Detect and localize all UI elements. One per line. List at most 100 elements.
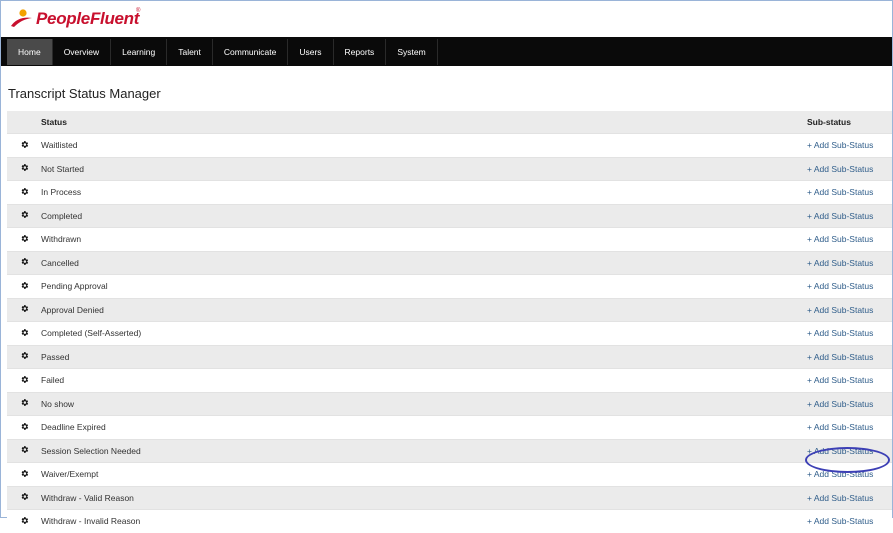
row-settings-cell [7, 369, 41, 393]
nav-items: Home Overview Learning Talent Communicate Use… [7, 39, 438, 65]
row-settings-cell [7, 345, 41, 369]
person-swoosh-icon [11, 9, 32, 27]
status-name: In Process [41, 187, 82, 198]
row-settings-cell [7, 510, 41, 533]
icon-column-header [7, 111, 41, 134]
row-settings-cell [7, 251, 41, 275]
nav-item-users[interactable]: Users [288, 39, 334, 65]
substatus-cell: + Add Sub-Status [807, 322, 892, 346]
nav-item-communicate[interactable]: Communicate [213, 39, 289, 65]
substatus-cell: + Add Sub-Status [807, 416, 892, 440]
gear-icon[interactable] [20, 210, 29, 221]
status-name: No show [41, 398, 75, 409]
table-row: Completed + Add Sub-Status [7, 204, 892, 228]
gear-icon[interactable] [20, 375, 29, 386]
add-substatus-link[interactable]: + Add Sub-Status [807, 422, 873, 432]
status-name: Cancelled [41, 257, 79, 268]
nav-item-reports[interactable]: Reports [334, 39, 387, 65]
status-name: Pending Approval [41, 281, 108, 292]
table-row: Passed + Add Sub-Status [7, 345, 892, 369]
add-substatus-link[interactable]: + Add Sub-Status [807, 258, 873, 268]
app-header: PeopleFluent ® [1, 1, 892, 37]
brand-trademark: ® [136, 8, 141, 14]
table-row: Waiver/Exempt + Add Sub-Status [7, 462, 892, 487]
table-row: Withdraw - Invalid Reason + Add Sub-Statu… [7, 509, 892, 533]
substatus-cell: + Add Sub-Status [807, 463, 892, 487]
add-substatus-link[interactable]: + Add Sub-Status [807, 281, 873, 291]
table-row: Pending Approval + Add Sub-Status [7, 274, 892, 299]
row-settings-cell [7, 157, 41, 181]
status-name: Completed [41, 210, 83, 221]
gear-icon[interactable] [20, 140, 29, 151]
add-substatus-link[interactable]: + Add Sub-Status [807, 352, 873, 362]
table-row: Deadline Expired + Add Sub-Status [7, 415, 892, 440]
substatus-cell: + Add Sub-Status [807, 298, 892, 322]
status-name: Waiver/Exempt [41, 469, 99, 480]
substatus-cell: + Add Sub-Status [807, 275, 892, 299]
gear-icon[interactable] [20, 492, 29, 503]
gear-icon[interactable] [20, 187, 29, 198]
add-substatus-link[interactable]: + Add Sub-Status [807, 399, 873, 409]
add-substatus-link[interactable]: + Add Sub-Status [807, 469, 873, 479]
gear-icon[interactable] [20, 328, 29, 339]
table-row: Approval Denied + Add Sub-Status [7, 298, 892, 322]
row-settings-cell [7, 181, 41, 205]
status-table: Status Sub-status Waitlisted + Add Sub-St… [7, 111, 892, 533]
table-row: No show + Add Sub-Status [7, 392, 892, 416]
add-substatus-link[interactable]: + Add Sub-Status [807, 305, 873, 315]
substatus-cell: + Add Sub-Status [807, 510, 892, 533]
gear-icon[interactable] [20, 445, 29, 456]
row-settings-cell [7, 463, 41, 487]
add-substatus-link[interactable]: + Add Sub-Status [807, 140, 873, 150]
add-substatus-link[interactable]: + Add Sub-Status [807, 187, 873, 197]
table-header-row: Status Sub-status [7, 111, 892, 134]
status-name: Not Started [41, 163, 84, 174]
row-settings-cell [7, 322, 41, 346]
substatus-cell: + Add Sub-Status [807, 345, 892, 369]
status-column-header: Status [41, 111, 807, 134]
nav-item-system[interactable]: System [386, 39, 438, 65]
row-settings-cell [7, 228, 41, 252]
gear-icon[interactable] [20, 234, 29, 245]
substatus-cell: + Add Sub-Status [807, 204, 892, 228]
row-settings-cell [7, 204, 41, 228]
gear-icon[interactable] [20, 422, 29, 433]
gear-icon[interactable] [20, 304, 29, 315]
nav-item-home[interactable]: Home [7, 39, 53, 65]
gear-icon[interactable] [20, 257, 29, 268]
table-row: Completed (Self-Asserted) + Add Sub-Statu… [7, 321, 892, 346]
status-name: Deadline Expired [41, 422, 106, 433]
gear-icon[interactable] [20, 351, 29, 362]
nav-item-overview[interactable]: Overview [53, 39, 112, 65]
main-nav: Home Overview Learning Talent Communicate Use… [1, 37, 892, 66]
row-settings-cell [7, 392, 41, 416]
table-row: Waitlisted + Add Sub-Status [7, 133, 892, 158]
table-row: Session Selection Needed + Add Sub-Status [7, 439, 892, 463]
gear-icon[interactable] [20, 281, 29, 292]
add-substatus-link[interactable]: + Add Sub-Status [807, 164, 873, 174]
add-substatus-link[interactable]: + Add Sub-Status [807, 234, 873, 244]
nav-item-talent[interactable]: Talent [167, 39, 213, 65]
add-substatus-link[interactable]: + Add Sub-Status [807, 211, 873, 221]
gear-icon[interactable] [20, 398, 29, 409]
substatus-column-header: Sub-status [807, 111, 892, 134]
substatus-cell: + Add Sub-Status [807, 228, 892, 252]
row-settings-cell [7, 416, 41, 440]
row-settings-cell [7, 298, 41, 322]
add-substatus-link[interactable]: + Add Sub-Status [807, 446, 873, 456]
substatus-cell: + Add Sub-Status [807, 439, 892, 463]
table-row: Withdraw - Valid Reason + Add Sub-Status [7, 486, 892, 510]
table-row: Failed + Add Sub-Status [7, 368, 892, 393]
add-substatus-link[interactable]: + Add Sub-Status [807, 493, 873, 503]
row-settings-cell [7, 134, 41, 158]
brand-name: PeopleFluent [36, 9, 140, 28]
gear-icon[interactable] [20, 163, 29, 174]
add-substatus-link[interactable]: + Add Sub-Status [807, 328, 873, 338]
substatus-cell: + Add Sub-Status [807, 157, 892, 181]
table-row: Not Started + Add Sub-Status [7, 157, 892, 181]
status-name: Withdraw - Invalid Reason [41, 516, 141, 527]
add-substatus-link[interactable]: + Add Sub-Status [807, 375, 873, 385]
gear-icon[interactable] [20, 469, 29, 480]
nav-item-learning[interactable]: Learning [111, 39, 168, 65]
substatus-cell: + Add Sub-Status [807, 134, 892, 158]
